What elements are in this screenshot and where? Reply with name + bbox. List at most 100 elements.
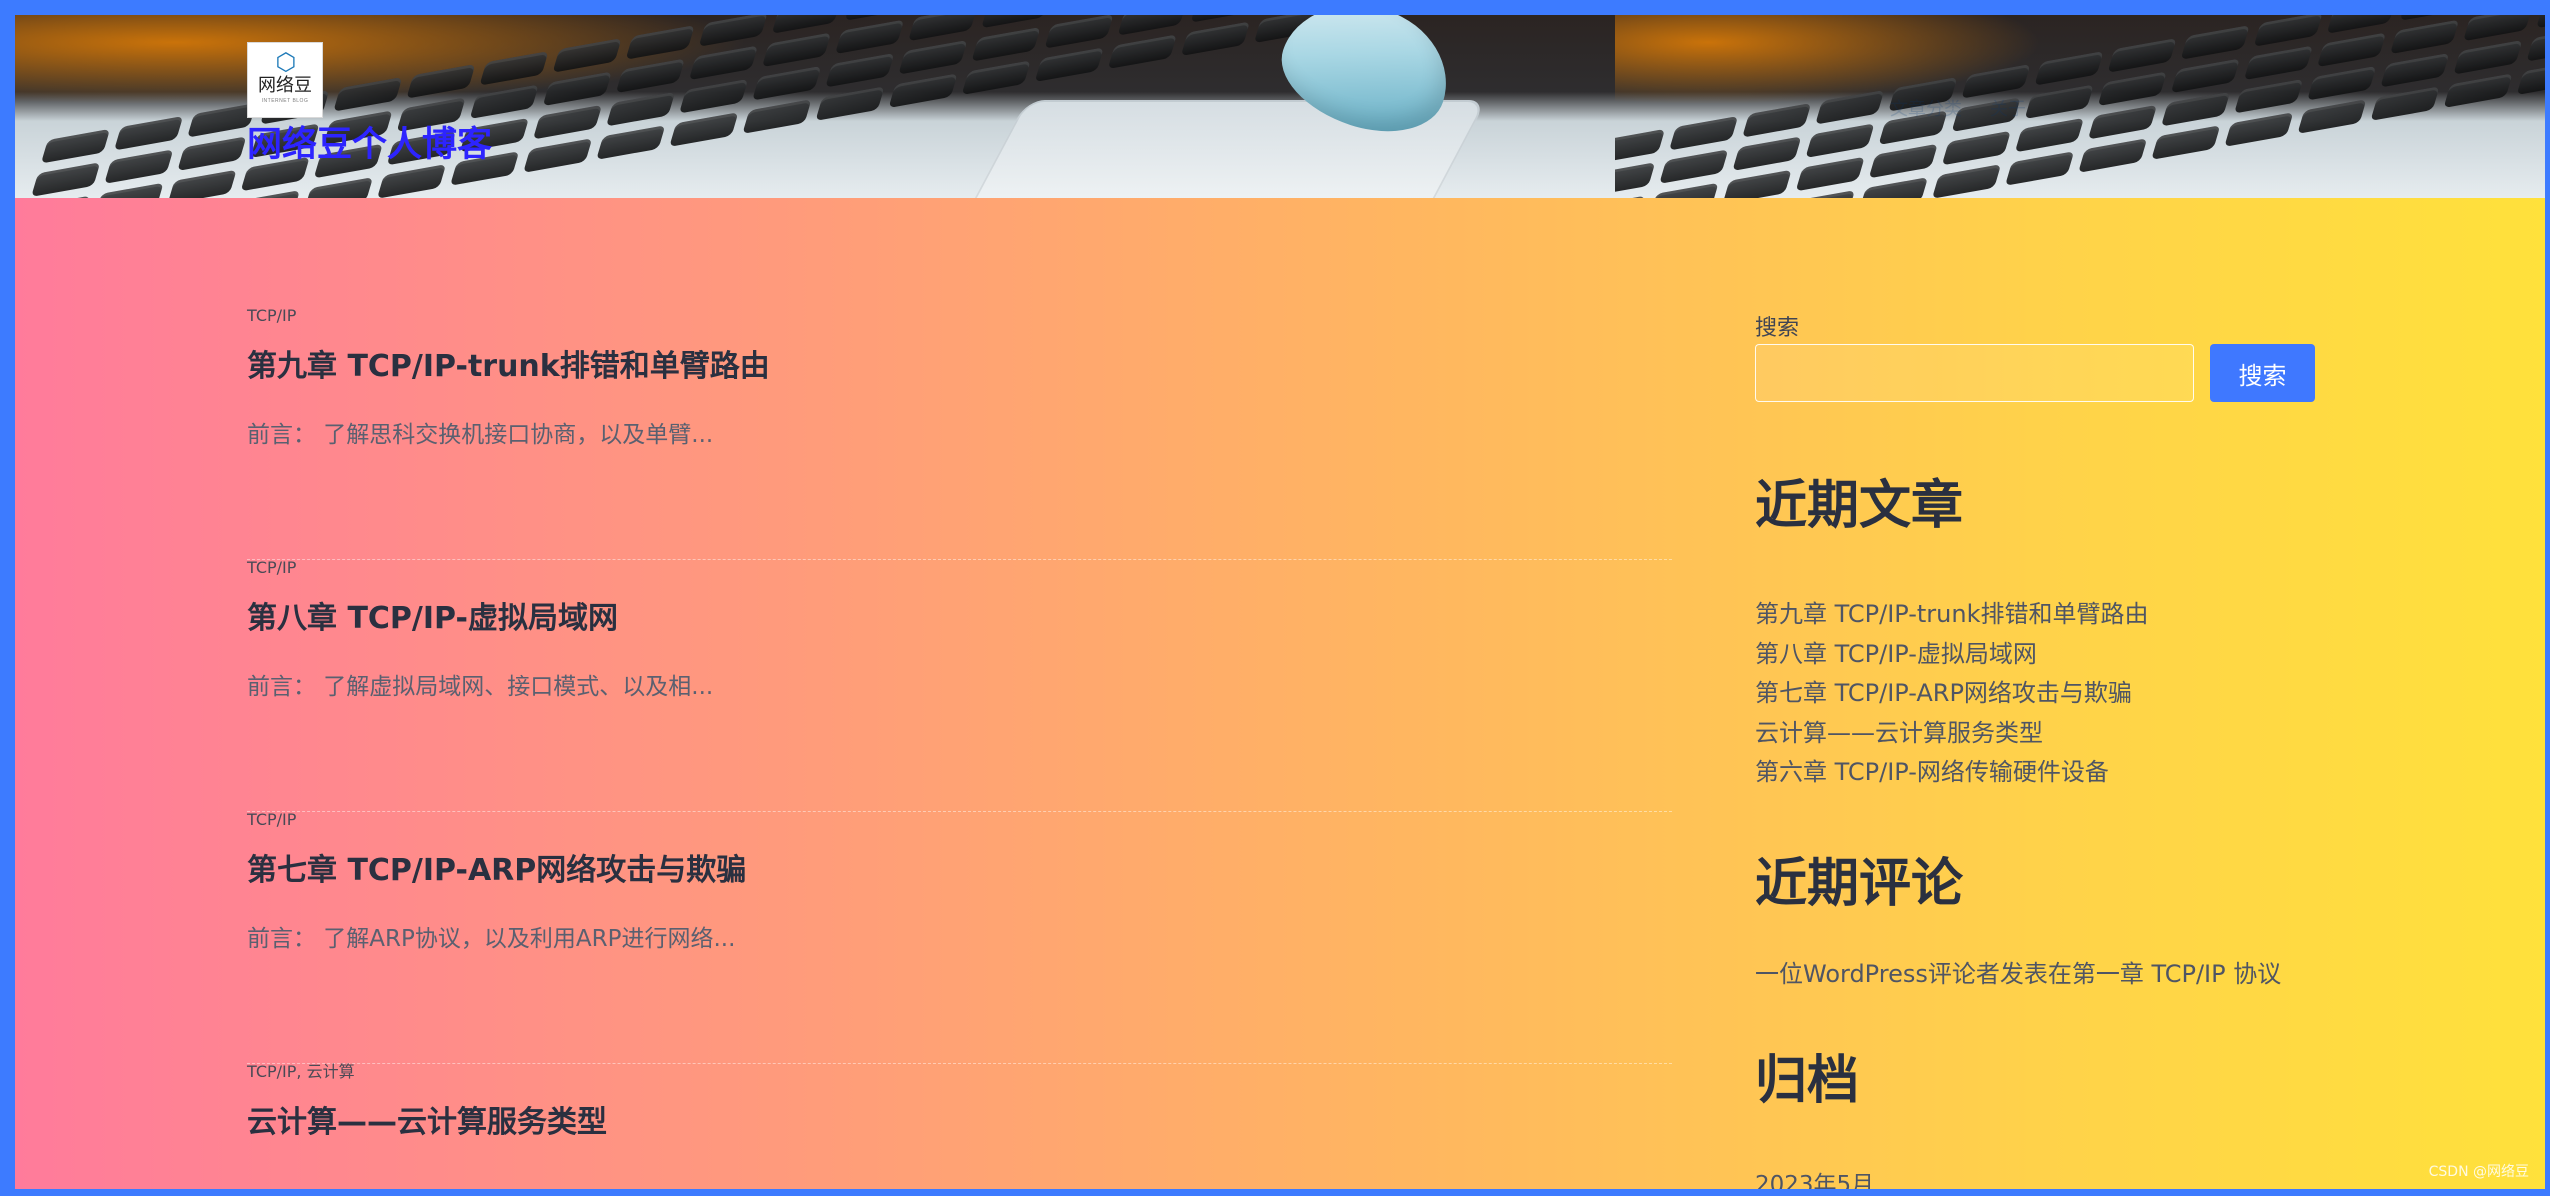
key	[2443, 73, 2513, 108]
key	[2078, 138, 2148, 173]
recent-article-link[interactable]: 第七章 TCP/IP-ARP网络攻击与欺骗	[1755, 674, 2148, 714]
key	[1668, 115, 1739, 151]
archive-title: 归档	[1755, 1051, 1860, 1111]
post-list: TCP/IP 第九章 TCP/IP-trunk排错和单臂路由 前言： 了解思科交…	[247, 308, 1672, 1189]
key	[1044, 15, 1114, 49]
key	[615, 58, 685, 94]
key	[1805, 123, 1875, 158]
key	[2087, 104, 2158, 140]
post-title[interactable]: 第八章 TCP/IP-虚拟局域网	[247, 602, 618, 635]
post-category[interactable]: TCP/IP	[247, 308, 296, 324]
key	[1180, 21, 1251, 57]
key	[669, 112, 739, 147]
key	[625, 25, 695, 60]
post-card: TCP/IP 第七章 TCP/IP-ARP网络攻击与欺骗 前言： 了解ARP协议…	[247, 812, 1672, 1064]
site-logo[interactable]: ⬡ 网络豆 INTERNET BLOG	[247, 42, 323, 118]
key	[888, 73, 958, 108]
key	[698, 15, 768, 47]
key	[1117, 15, 1187, 36]
recent-comments-title: 近期评论	[1755, 854, 1964, 914]
key	[1107, 34, 1177, 70]
browser-page: 文章分类 关于 ⬡ 网络豆 INTERNET BLOG 网络豆个人博客 TCP/…	[15, 15, 2545, 1189]
key	[1615, 128, 1666, 164]
key	[981, 15, 1051, 29]
post-excerpt: 前言： 了解思科交换机接口协商，以及单臂...	[247, 422, 714, 448]
key	[2224, 112, 2294, 147]
post-category[interactable]: TCP/IP	[247, 560, 296, 576]
keyboard-graphic-secondary	[1615, 15, 2545, 198]
key	[1649, 182, 1719, 198]
key	[542, 71, 612, 107]
key	[2316, 32, 2387, 68]
key	[376, 164, 447, 198]
key	[2399, 15, 2470, 21]
key	[2160, 91, 2231, 127]
post-title[interactable]: 云计算——云计算服务类型	[247, 1106, 607, 1139]
key	[2380, 52, 2450, 88]
key	[2034, 51, 2104, 86]
post-category[interactable]: TCP/IP	[247, 812, 296, 828]
key	[2307, 65, 2377, 101]
archive-link[interactable]: 2023年5月	[1755, 1172, 1874, 1189]
recent-articles-title: 近期文章	[1755, 476, 1964, 536]
key	[2243, 45, 2314, 81]
key	[187, 102, 257, 138]
key	[1732, 136, 1802, 171]
key	[2170, 58, 2240, 94]
key	[2297, 99, 2367, 134]
key	[752, 65, 822, 101]
key	[31, 162, 101, 197]
key	[898, 39, 968, 75]
post-title[interactable]: 第九章 TCP/IP-trunk排错和单臂路由	[247, 350, 770, 383]
recent-article-link[interactable]: 云计算——云计算服务类型	[1755, 714, 2148, 754]
key	[230, 190, 301, 198]
key	[1951, 97, 2021, 133]
key	[479, 51, 549, 86]
key	[815, 86, 885, 121]
recent-article-link[interactable]: 第八章 TCP/IP-虚拟局域网	[1755, 635, 2148, 675]
key	[1868, 143, 1938, 179]
key	[552, 38, 622, 73]
site-title[interactable]: 网络豆个人博客	[247, 128, 492, 163]
key	[605, 91, 676, 127]
post-card: TCP/IP, 云计算 云计算——云计算服务类型	[247, 1064, 1672, 1189]
key	[1858, 177, 1929, 198]
recent-comment-link[interactable]: 一位WordPress评论者发表在第一章 TCP/IP 协议	[1755, 960, 2281, 989]
search-button[interactable]: 搜索	[2210, 344, 2315, 402]
key	[825, 52, 895, 88]
post-card: TCP/IP 第九章 TCP/IP-trunk排错和单臂路由 前言： 了解思科交…	[247, 308, 1672, 560]
key	[1190, 15, 1260, 23]
key	[2516, 60, 2545, 95]
post-excerpt: 前言： 了解ARP协议，以及利用ARP进行网络...	[247, 926, 736, 952]
key	[742, 99, 812, 134]
key	[94, 182, 164, 198]
key	[971, 26, 1041, 62]
key	[1815, 89, 1885, 125]
key	[523, 138, 593, 173]
key	[1615, 162, 1656, 197]
search-label: 搜索	[1755, 316, 1800, 341]
key	[1742, 102, 1812, 138]
key	[961, 60, 1031, 95]
key	[1722, 169, 1792, 198]
key	[2370, 86, 2440, 121]
key	[2004, 151, 2075, 186]
post-category[interactable]: TCP/IP, 云计算	[247, 1064, 355, 1080]
recent-article-link[interactable]: 第九章 TCP/IP-trunk排错和单臂路由	[1755, 595, 2148, 635]
post-title[interactable]: 第七章 TCP/IP-ARP网络攻击与欺骗	[247, 854, 746, 887]
recent-article-link[interactable]: 第六章 TCP/IP-网络传输硬件设备	[1755, 753, 2148, 793]
key	[2097, 71, 2167, 107]
logo-main-text: 网络豆	[258, 75, 312, 96]
post-excerpt: 前言： 了解虚拟局域网、接口模式、以及相...	[247, 674, 714, 700]
key	[177, 136, 247, 171]
key	[1785, 190, 1856, 198]
search-input[interactable]	[1755, 344, 2194, 402]
key	[113, 115, 184, 151]
key	[40, 128, 111, 164]
key	[104, 149, 174, 184]
key	[1878, 110, 1948, 146]
key	[1795, 156, 1865, 192]
hero-banner: 文章分类 关于 ⬡ 网络豆 INTERNET BLOG 网络豆个人博客	[15, 15, 2545, 198]
key	[469, 84, 539, 120]
key	[844, 15, 915, 21]
